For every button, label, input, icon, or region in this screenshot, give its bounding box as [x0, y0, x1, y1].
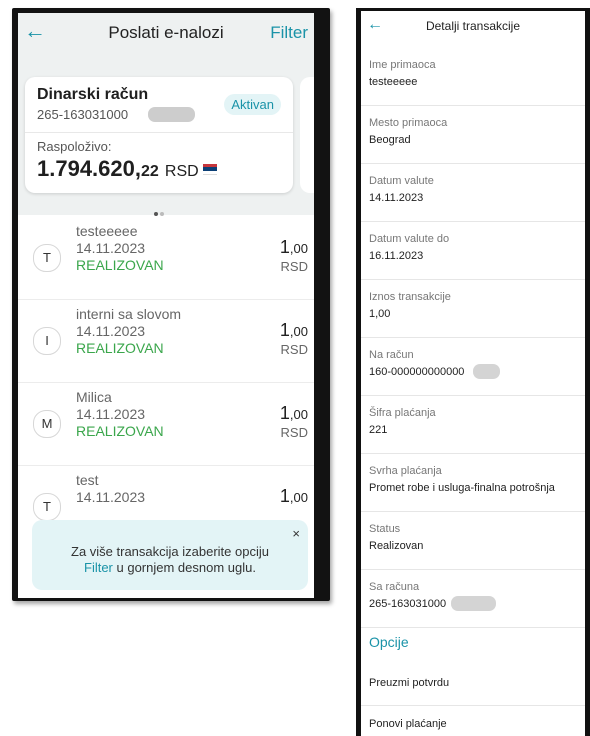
detail-row: Sa računa 265-163031000 — [361, 569, 585, 628]
redacted-mask — [451, 596, 496, 611]
account-card[interactable]: Dinarski račun 265-163031000 Aktivan Ras… — [25, 77, 293, 193]
detail-row: Datum valute 14.11.2023 — [361, 163, 585, 222]
transaction-currency: RSD — [280, 342, 308, 357]
redacted-mask — [148, 107, 195, 122]
transaction-currency: RSD — [280, 259, 308, 274]
transaction-date: 14.11.2023 — [76, 489, 146, 505]
transaction-date: 14.11.2023 — [76, 240, 146, 256]
serbia-flag-icon — [202, 164, 217, 175]
sent-orders-screen: ← Poslati e-nalozi Filter Dinarski račun… — [18, 13, 314, 598]
transaction-row[interactable]: I interni sa slovom 14.11.2023 REALIZOVA… — [18, 299, 314, 383]
transaction-amount: 1,00 — [279, 486, 308, 506]
option-repeat-payment[interactable]: Ponovi plaćanje — [361, 706, 585, 736]
header: ← Poslati e-nalozi Filter — [18, 13, 314, 53]
tip-text-line2: Filter u gornjem desnom uglu. — [84, 560, 256, 575]
avatar: M — [33, 410, 61, 438]
available-label: Raspoloživo: — [37, 139, 112, 154]
next-account-card[interactable] — [300, 77, 314, 193]
detail-row: Šifra plaćanja 221 — [361, 395, 585, 454]
detail-row: Mesto primaoca Beograd — [361, 105, 585, 164]
close-icon[interactable]: × — [292, 526, 300, 541]
transaction-name: test — [76, 472, 99, 488]
transaction-currency: RSD — [280, 425, 308, 440]
filter-button[interactable]: Filter — [270, 23, 308, 43]
header: ← Detalji transakcije — [361, 11, 585, 45]
transaction-amount: 1,00 — [279, 320, 308, 340]
transaction-name: interni sa slovom — [76, 306, 182, 322]
transaction-row[interactable]: M Milica 14.11.2023 REALIZOVAN 1,00 RSD — [18, 382, 314, 466]
detail-row: Na račun 160-000000000000 — [361, 337, 585, 396]
account-carousel[interactable]: Dinarski račun 265-163031000 Aktivan Ras… — [18, 53, 314, 216]
transaction-row[interactable]: T testeeeee 14.11.2023 REALIZOVAN 1,00 R… — [18, 216, 314, 300]
avatar: I — [33, 327, 61, 355]
filter-link[interactable]: Filter — [84, 560, 113, 575]
account-name: Dinarski račun — [37, 86, 149, 103]
transaction-amount: 1,00 — [279, 237, 308, 257]
transaction-name: testeeeee — [76, 223, 138, 239]
right-phone-frame: ← Detalji transakcije Ime primaoca testee… — [356, 8, 590, 736]
option-download-confirmation[interactable]: Preuzmi potvrdu — [361, 665, 585, 706]
options-title: Opcije — [369, 634, 409, 650]
detail-row: Ime primaoca testeeeee — [361, 47, 585, 106]
page-title: Detalji transakcije — [425, 19, 521, 33]
detail-row: Iznos transakcije 1,00 — [361, 279, 585, 338]
divider — [25, 132, 293, 133]
transaction-date: 14.11.2023 — [76, 323, 146, 339]
detail-row: Svrha plaćanja Promet robe i usluga-final… — [361, 453, 585, 512]
account-number: 265-163031000 — [37, 107, 129, 122]
transaction-status: REALIZOVAN — [76, 423, 164, 439]
transaction-amount: 1,00 — [279, 403, 308, 423]
transaction-date: 14.11.2023 — [76, 406, 146, 422]
tip-text: Za više transakcija izaberite opciju — [71, 544, 269, 559]
detail-row: Datum valute do 16.11.2023 — [361, 221, 585, 280]
available-amount: 1.794.620,22 RSD — [37, 156, 217, 182]
detail-row: Status Realizovan — [361, 511, 585, 570]
status-badge: Aktivan — [224, 94, 281, 115]
transaction-status: REALIZOVAN — [76, 257, 164, 273]
redacted-mask — [473, 364, 500, 379]
transaction-name: Milica — [76, 389, 112, 405]
avatar: T — [33, 244, 61, 272]
transaction-status: REALIZOVAN — [76, 340, 164, 356]
transaction-details-screen: ← Detalji transakcije Ime primaoca testee… — [361, 11, 585, 736]
avatar: T — [33, 493, 61, 521]
info-tip: × Za više transakcija izaberite opciju F… — [32, 520, 308, 590]
